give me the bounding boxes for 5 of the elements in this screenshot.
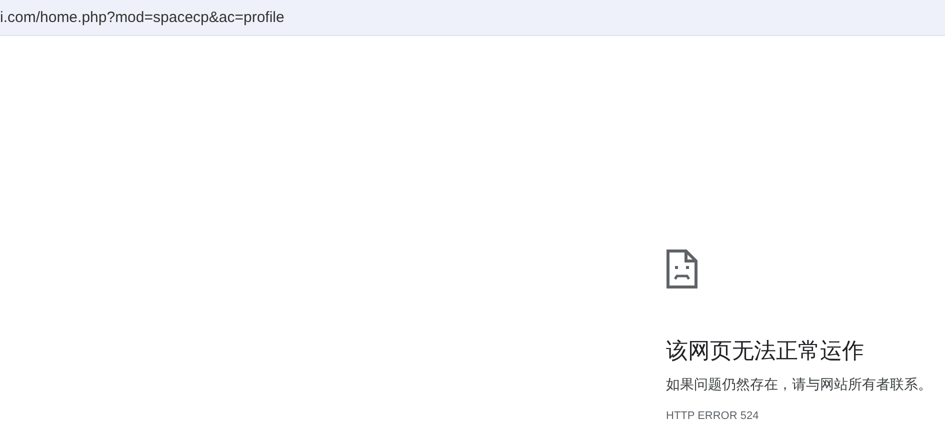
error-title: 该网页无法正常运作 bbox=[666, 339, 864, 366]
url-text[interactable]: i.com/home.php?mod=spacecp&ac=profile bbox=[0, 9, 284, 26]
error-message: 如果问题仍然存在，请与网站所有者联系。 bbox=[666, 377, 932, 394]
sad-page-icon bbox=[666, 249, 698, 289]
error-code: HTTP ERROR 524 bbox=[666, 410, 759, 422]
